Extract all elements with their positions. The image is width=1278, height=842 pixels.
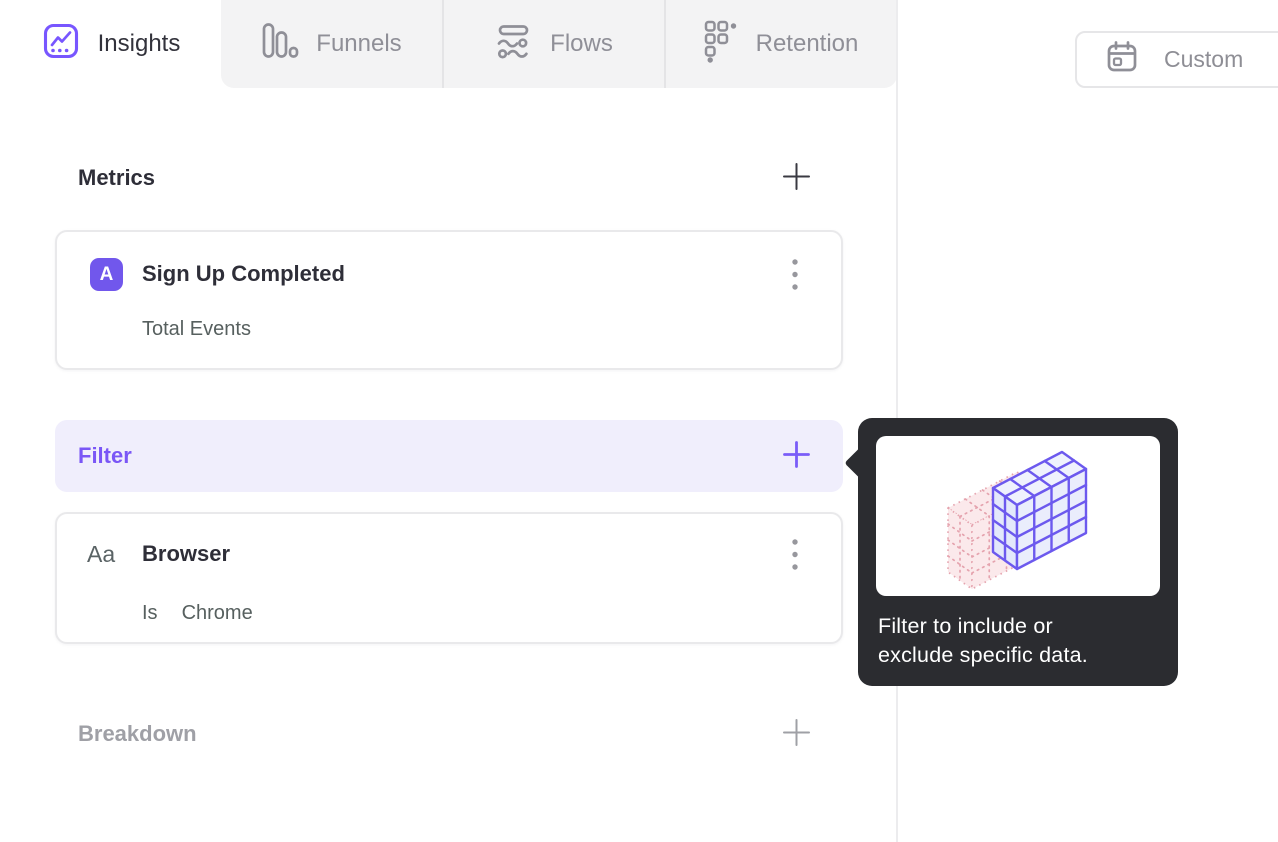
tooltip-text: Filter to include or exclude specific da… (878, 614, 1088, 667)
flows-stream-icon (493, 21, 533, 68)
filter-card[interactable]: Aa Browser Is Chrome (55, 512, 843, 644)
insights-line-chart-icon (41, 21, 81, 68)
tab-retention[interactable]: Retention (664, 0, 897, 88)
tab-label: Flows (550, 30, 613, 57)
string-property-icon: Aa (87, 541, 116, 567)
breakdown-section-header: Breakdown (55, 708, 843, 760)
tooltip-illustration-panel (876, 436, 1160, 596)
tab-label: Insights (97, 30, 181, 57)
isometric-cube-illustration (947, 450, 1088, 590)
date-range-label: Custom (1164, 46, 1244, 72)
kebab-menu-icon (792, 538, 798, 575)
kebab-menu-icon (792, 258, 798, 295)
plus-icon (782, 718, 811, 750)
metric-options-button[interactable] (785, 258, 805, 294)
funnels-bars-icon (261, 21, 299, 68)
metric-card[interactable]: A Sign Up Completed Total Events (55, 230, 843, 370)
tab-label: Funnels (316, 30, 402, 57)
tab-funnels[interactable]: Funnels (221, 0, 442, 88)
filter-options-button[interactable] (785, 538, 805, 574)
tooltip-arrow (844, 447, 876, 479)
metrics-section-header: Metrics (55, 158, 843, 198)
plus-icon (782, 440, 811, 472)
add-filter-button[interactable] (781, 441, 811, 471)
plus-icon (782, 162, 811, 194)
retention-dots-icon (703, 19, 739, 70)
metric-aggregation[interactable]: Total Events (142, 318, 251, 341)
tab-insights[interactable]: Insights (0, 0, 221, 88)
tab-flows[interactable]: Flows (442, 0, 664, 88)
date-range-custom-button[interactable]: Custom (1075, 31, 1278, 88)
insights-report-builder: Insights Funnels Flows Retention Custom … (0, 0, 1278, 842)
metric-event-name: Sign Up Completed (142, 261, 345, 286)
breakdown-title: Breakdown (78, 721, 197, 746)
filter-tooltip: Filter to include or exclude specific da… (844, 418, 1178, 686)
filter-value[interactable]: Chrome (182, 602, 253, 625)
tab-label: Retention (755, 30, 859, 57)
filter-title: Filter (78, 443, 132, 468)
add-breakdown-button[interactable] (781, 719, 811, 749)
add-metric-button[interactable] (781, 163, 811, 193)
metric-series-badge: A (90, 258, 123, 291)
filter-operator[interactable]: Is (142, 602, 158, 625)
filter-property-name: Browser (142, 541, 231, 566)
filter-section-header: Filter (55, 420, 843, 492)
metrics-title: Metrics (78, 165, 156, 190)
calendar-icon (1104, 39, 1140, 81)
